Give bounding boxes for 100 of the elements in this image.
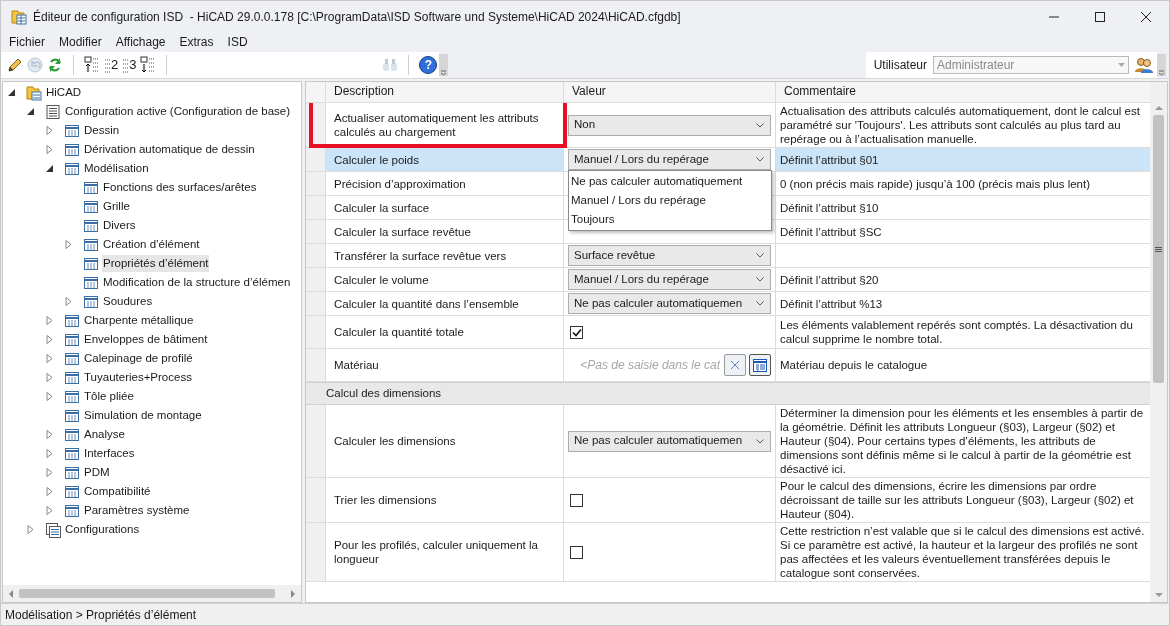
table-icon	[64, 388, 80, 405]
expand-arrow-icon[interactable]	[45, 487, 54, 496]
tree-item[interactable]: Enveloppes de bâtiment	[83, 331, 209, 348]
users-icon[interactable]	[1135, 56, 1153, 73]
collapse-arrow-icon[interactable]	[7, 88, 16, 97]
setting-label: Calculer le volume	[326, 268, 564, 291]
caret-icon	[756, 253, 764, 258]
comment-text: 0 (non précis mais rapide) jusqu’à 100 (précis mais plus lent)	[779, 176, 1091, 192]
tree-item[interactable]: Fonctions des surfaces/arêtes	[102, 179, 258, 196]
expand-arrow-icon[interactable]	[45, 468, 54, 477]
expand-arrow-icon[interactable]	[45, 354, 54, 363]
pencil-icon[interactable]	[7, 56, 23, 73]
setting-label: Trier les dimensions	[326, 478, 564, 522]
expand-arrow-icon[interactable]	[45, 430, 54, 439]
collapse-arrow-icon[interactable]	[26, 107, 35, 116]
checkbox[interactable]	[570, 493, 583, 507]
expand-arrow-icon[interactable]	[26, 525, 35, 534]
expand-arrow-icon[interactable]	[64, 297, 73, 306]
tree-item[interactable]: Configurations	[64, 521, 141, 538]
tree-item[interactable]: Grille	[102, 198, 131, 215]
scroll-down-icon[interactable]	[1153, 590, 1164, 600]
tree-item[interactable]: Configuration active (Configuration de base)	[64, 103, 292, 120]
caret-icon	[756, 301, 764, 306]
comment-text: Définit l’attribut §20	[779, 272, 880, 288]
table-icon	[64, 122, 80, 139]
tree-item[interactable]: Propriétés d’élément	[102, 255, 210, 272]
tree-item[interactable]: Dessin	[83, 122, 121, 139]
collapse-levels-icon[interactable]	[140, 55, 157, 74]
tree-item[interactable]: Calepinage de profilé	[83, 350, 194, 367]
tree-item[interactable]: Tôle pliée	[83, 388, 135, 405]
table-icon	[64, 407, 80, 424]
expand-arrow-icon[interactable]	[45, 126, 54, 135]
checkbox[interactable]	[570, 545, 583, 559]
clear-button[interactable]	[724, 354, 746, 376]
caret-icon	[756, 277, 764, 282]
expand-arrow-icon[interactable]	[64, 240, 73, 249]
tree-item[interactable]: Modélisation	[83, 160, 150, 177]
vertical-scrollbar[interactable]	[1150, 82, 1167, 602]
setting-label: Calculer la surface	[326, 196, 564, 219]
expand-arrow-icon[interactable]	[45, 449, 54, 458]
tree-item[interactable]: Soudures	[102, 293, 154, 310]
tree-item[interactable]: Modification de la structure d’élémen	[102, 274, 292, 291]
menu-item[interactable]: Modifier	[52, 33, 109, 51]
tree-item[interactable]: Tuyauteries+Process	[83, 369, 193, 386]
expand-arrow-icon[interactable]	[45, 335, 54, 344]
dropdown-option[interactable]: Toujours	[569, 210, 771, 229]
value-dropdown[interactable]: Manuel / Lors du repérage	[568, 149, 771, 170]
setting-label: Calculer la surface revêtue	[326, 220, 564, 243]
tree-item[interactable]: Simulation de montage	[83, 407, 203, 424]
column-header[interactable]: Description	[326, 82, 564, 102]
expand-arrow-icon[interactable]	[45, 506, 54, 515]
tree-item[interactable]: Dérivation automatique de dessin	[83, 141, 256, 158]
tree-item[interactable]: Création d’élément	[102, 236, 201, 253]
column-header[interactable]: Valeur	[564, 82, 776, 102]
horizontal-scrollbar[interactable]	[3, 585, 301, 602]
tree-item[interactable]: Charpente métallique	[83, 312, 195, 329]
toolbar-overflow-icon[interactable]	[1157, 53, 1166, 76]
close-icon	[1141, 12, 1151, 22]
tree-item[interactable]: Interfaces	[83, 445, 136, 462]
dropdown-option[interactable]: Manuel / Lors du repérage	[569, 191, 771, 210]
tree-item[interactable]: PDM	[83, 464, 111, 481]
comment-text: Pour le calcul des dimensions, écrire les dimensions par ordre décroissant de taille sur les attributs Longueur (§03), Largeur (§02) et Hauteur (§04).	[779, 479, 1135, 522]
value-dropdown[interactable]: Ne pas calculer automatiquemen	[568, 293, 771, 314]
menu-item[interactable]: Affichage	[108, 33, 173, 51]
tree-item[interactable]: Divers	[102, 217, 137, 234]
tree-item[interactable]: Paramètres système	[83, 502, 191, 519]
value-dropdown[interactable]: Manuel / Lors du repérage	[568, 269, 771, 290]
checkbox[interactable]	[570, 325, 583, 339]
scroll-up-icon[interactable]	[1153, 103, 1164, 113]
expand-arrow-icon[interactable]	[45, 392, 54, 401]
dotted-lines-icon	[122, 56, 129, 73]
tree-item[interactable]: Compatibilité	[83, 483, 152, 500]
toolbar-overflow-icon[interactable]	[439, 53, 449, 76]
value-dropdown[interactable]: Ne pas calculer automatiquemen	[568, 430, 771, 452]
table-icon	[64, 426, 80, 443]
table-icon	[753, 358, 767, 372]
catalog-button[interactable]	[749, 354, 771, 376]
refresh-icon[interactable]	[47, 56, 63, 73]
expand-arrow-icon[interactable]	[45, 373, 54, 382]
material-field[interactable]: <Pas de saisie dans le cat	[568, 355, 722, 375]
value-dropdown[interactable]: Surface revêtue	[568, 245, 771, 266]
expand-arrow-icon[interactable]	[45, 316, 54, 325]
menu-item[interactable]: Extras	[172, 33, 221, 51]
collapse-arrow-icon[interactable]	[45, 164, 54, 173]
help-button[interactable]: ?	[419, 55, 438, 74]
menu-item[interactable]: Fichier	[2, 33, 52, 51]
dropdown-option[interactable]: Ne pas calculer automatiquement	[569, 172, 771, 191]
menu-item[interactable]: ISD	[220, 33, 255, 51]
section-header[interactable]: Calcul des dimensions	[306, 382, 1150, 405]
tree-item[interactable]: Analyse	[83, 426, 126, 443]
level-button[interactable]: 2	[104, 54, 119, 75]
user-label: Utilisateur	[873, 56, 927, 74]
value-dropdown[interactable]: Non	[568, 114, 771, 136]
level-button[interactable]: 3	[122, 54, 137, 75]
expand-arrow-icon[interactable]	[45, 145, 54, 154]
comment-text: Définit l’attribut §SC	[779, 224, 883, 240]
expand-levels-icon[interactable]	[84, 55, 100, 74]
tree-item[interactable]: HiCAD	[45, 84, 83, 101]
comment-text: Définit l’attribut %13	[779, 296, 884, 312]
column-header[interactable]: Commentaire	[776, 82, 1150, 102]
